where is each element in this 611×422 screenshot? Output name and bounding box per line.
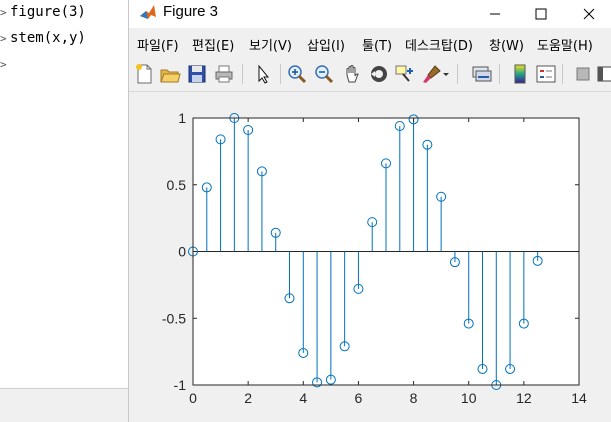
brush-dropdown-icon[interactable] (441, 63, 451, 85)
toolbar-separator (457, 64, 458, 84)
x-tick-label: 10 (461, 390, 477, 406)
menu-view[interactable]: 보기(V) (249, 35, 292, 54)
maximize-button[interactable] (518, 0, 564, 28)
figure-toolbar (129, 58, 611, 92)
stem-plot[interactable]: 0 2 4 6 8 10 12 14 1 0.5 0 -0.5 -1 (129, 93, 611, 422)
prompt-marker: > (0, 32, 7, 45)
matlab-logo-icon (139, 3, 157, 21)
show-tools-icon[interactable] (594, 63, 611, 85)
x-tick-label: 12 (516, 390, 532, 406)
prompt-marker: > (0, 6, 7, 19)
maximize-icon (535, 8, 547, 20)
command-window[interactable]: > figure(3) > stem(x,y) > (0, 0, 128, 422)
menu-insert[interactable]: 삽입(I) (307, 35, 345, 54)
brush-icon[interactable] (421, 63, 443, 85)
new-figure-icon[interactable] (133, 63, 155, 85)
print-icon[interactable] (213, 63, 235, 85)
menu-window[interactable]: 창(W) (489, 35, 524, 54)
zoom-out-icon[interactable] (313, 63, 335, 85)
toolbar-separator (562, 64, 563, 84)
y-tick-label: -0.5 (162, 310, 186, 326)
close-icon (583, 8, 595, 20)
y-tick-label: 1 (178, 110, 186, 126)
figure-canvas[interactable]: 0 2 4 6 8 10 12 14 1 0.5 0 -0.5 -1 (129, 93, 611, 422)
pointer-icon[interactable] (252, 63, 274, 85)
prompt-marker: > (0, 58, 7, 71)
link-plot-icon[interactable] (471, 63, 493, 85)
minimize-icon (490, 13, 500, 15)
window-title: Figure 3 (163, 3, 219, 20)
command-line-2: > stem(x,y) (0, 30, 86, 46)
figure-window[interactable]: Figure 3 파일(F) 편집(E) 보기(V) 삽입(I) 툴(T) 데스… (128, 0, 611, 422)
toolbar-separator (280, 64, 281, 84)
legend-icon[interactable] (535, 63, 557, 85)
hide-tools-icon[interactable] (572, 63, 594, 85)
x-tick-label: 8 (410, 390, 418, 406)
command-line-1: > figure(3) (0, 4, 86, 20)
y-tick-label: -1 (174, 377, 187, 393)
menu-tools[interactable]: 툴(T) (362, 35, 392, 54)
save-icon[interactable] (186, 63, 208, 85)
data-cursor-icon[interactable] (394, 63, 416, 85)
x-tick-label: 0 (189, 390, 197, 406)
rotate-3d-icon[interactable] (368, 63, 390, 85)
x-tick-label: 14 (571, 390, 587, 406)
x-tick-label: 6 (355, 390, 363, 406)
open-file-icon[interactable] (159, 63, 181, 85)
close-button[interactable] (566, 0, 611, 28)
y-tick-label: 0 (178, 244, 186, 260)
menu-file[interactable]: 파일(F) (137, 35, 179, 54)
title-bar[interactable]: Figure 3 (129, 0, 611, 28)
command-window-footer (0, 388, 128, 422)
menu-desktop[interactable]: 데스크탑(D) (405, 35, 473, 54)
command-text: stem(x,y) (10, 30, 86, 46)
zoom-in-icon[interactable] (286, 63, 308, 85)
toolbar-separator (242, 64, 243, 84)
colorbar-icon[interactable] (509, 63, 531, 85)
menu-help[interactable]: 도움말(H) (537, 35, 593, 54)
x-tick-label: 2 (244, 390, 252, 406)
toolbar-separator (499, 64, 500, 84)
command-text: figure(3) (10, 4, 86, 20)
menu-bar: 파일(F) 편집(E) 보기(V) 삽입(I) 툴(T) 데스크탑(D) 창(W… (129, 30, 611, 58)
command-line-3[interactable]: > (0, 56, 10, 72)
pan-icon[interactable] (341, 63, 363, 85)
minimize-button[interactable] (472, 0, 518, 28)
x-tick-label: 4 (299, 390, 307, 406)
y-tick-label: 0.5 (167, 177, 187, 193)
menu-edit[interactable]: 편집(E) (192, 35, 234, 54)
